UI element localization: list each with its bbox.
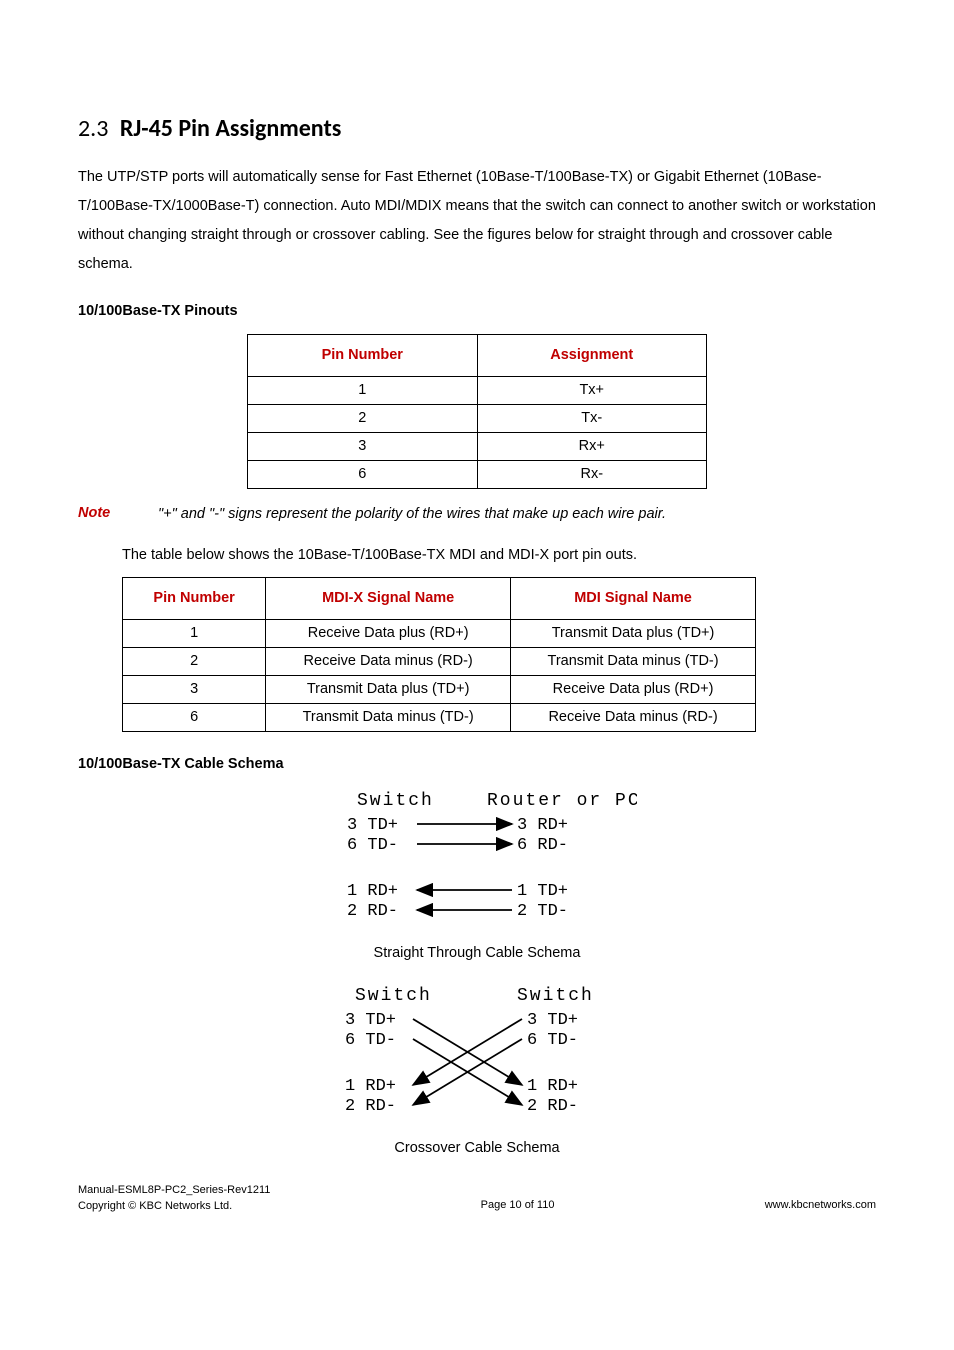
table-row: 2Receive Data minus (RD-)Transmit Data m… (123, 648, 756, 676)
mdi-table: Pin Number MDI-X Signal Name MDI Signal … (122, 577, 756, 732)
footer-manual: Manual-ESML8P-PC2_Series-Rev1211 (78, 1183, 270, 1198)
intro-paragraph: The UTP/STP ports will automatically sen… (78, 163, 876, 279)
svg-text:6 TD-: 6 TD- (347, 836, 398, 855)
page-footer: Manual-ESML8P-PC2_Series-Rev1211 Copyrig… (78, 1183, 876, 1214)
section-title: RJ-45 Pin Assignments (120, 114, 342, 143)
pinouts-subheading: 10/100Base-TX Pinouts (78, 301, 876, 322)
table-row: 1Receive Data plus (RD+)Transmit Data pl… (123, 620, 756, 648)
pinouts-table: Pin Number Assignment 1Tx+ 2Tx- 3Rx+ 6Rx… (247, 334, 707, 489)
crossover-diagram: Switch Switch 3 TD+ 3 TD+ 6 TD- 6 TD- 1 … (78, 982, 876, 1132)
table2-header-mdix: MDI-X Signal Name (266, 578, 511, 620)
svg-text:6 TD-: 6 TD- (345, 1031, 396, 1050)
section-heading: 2.3 RJ-45 Pin Assignments (78, 112, 876, 147)
footer-copyright: Copyright © KBC Networks Ltd. (78, 1199, 270, 1214)
svg-text:1 RD+: 1 RD+ (347, 882, 398, 901)
svg-text:2 RD-: 2 RD- (345, 1097, 396, 1116)
d1-left-title: Switch (357, 791, 434, 811)
table-row: 2Tx- (248, 404, 707, 432)
cable-schema-subheading: 10/100Base-TX Cable Schema (78, 754, 876, 775)
straight-through-diagram: Switch Router or PC 3 TD+ 3 RD+ 6 TD- 6 … (78, 787, 876, 937)
d2-right-title: Switch (517, 986, 594, 1006)
table1-header-pin: Pin Number (248, 334, 478, 376)
table-row: 1Tx+ (248, 376, 707, 404)
svg-text:2 RD-: 2 RD- (347, 902, 398, 921)
svg-text:1 TD+: 1 TD+ (517, 882, 568, 901)
table-row: 6Transmit Data minus (TD-)Receive Data m… (123, 704, 756, 732)
note-label: Note (78, 503, 158, 524)
svg-text:3 TD+: 3 TD+ (347, 816, 398, 835)
svg-text:1 RD+: 1 RD+ (345, 1077, 396, 1096)
mdi-intro: The table below shows the 10Base-T/100Ba… (122, 544, 876, 567)
svg-text:1 RD+: 1 RD+ (527, 1077, 578, 1096)
svg-text:2 RD-: 2 RD- (527, 1097, 578, 1116)
d1-right-title: Router or PC (487, 791, 637, 811)
footer-page: Page 10 of 110 (270, 1198, 764, 1214)
note-block: Note "+" and "-" signs represent the pol… (78, 503, 876, 526)
d2-caption: Crossover Cable Schema (78, 1138, 876, 1159)
d1-caption: Straight Through Cable Schema (78, 943, 876, 964)
footer-url: www.kbcnetworks.com (765, 1198, 876, 1214)
note-text: "+" and "-" signs represent the polarity… (158, 503, 666, 526)
svg-text:3 RD+: 3 RD+ (517, 816, 568, 835)
table-row: 6Rx- (248, 460, 707, 488)
d2-left-title: Switch (355, 986, 432, 1006)
section-number: 2.3 (78, 114, 108, 143)
table-row: 3Transmit Data plus (TD+)Receive Data pl… (123, 676, 756, 704)
svg-text:3 TD+: 3 TD+ (527, 1011, 578, 1030)
table2-header-mdi: MDI Signal Name (511, 578, 756, 620)
table2-header-pin: Pin Number (123, 578, 266, 620)
svg-text:2 TD-: 2 TD- (517, 902, 568, 921)
table-row: 3Rx+ (248, 432, 707, 460)
svg-text:6 RD-: 6 RD- (517, 836, 568, 855)
svg-text:3 TD+: 3 TD+ (345, 1011, 396, 1030)
svg-text:6 TD-: 6 TD- (527, 1031, 578, 1050)
table1-header-assign: Assignment (477, 334, 707, 376)
